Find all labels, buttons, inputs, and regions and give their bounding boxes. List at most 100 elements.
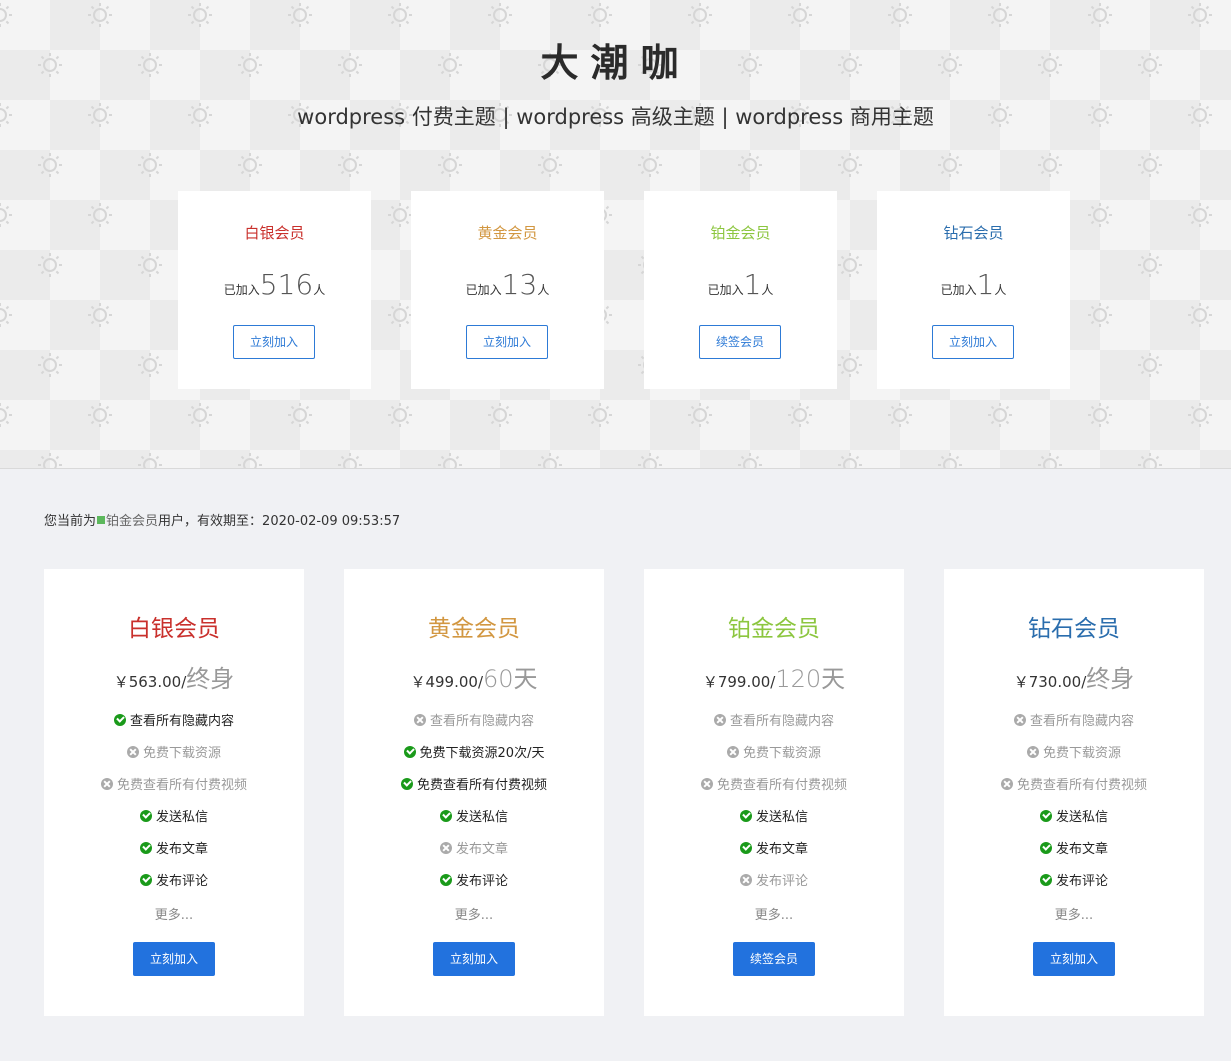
sun-decoration-icon (0, 203, 12, 227)
feature-item: 发送私信 (44, 808, 304, 840)
sun-decoration-icon (588, 403, 612, 427)
membership-status: 您当前为 铂金会员用户，有效期至：2020-02-09 09:53:57 (44, 510, 400, 529)
feature-text: 免费查看所有付费视频 (716, 778, 847, 793)
feature-item: 发布评论 (944, 872, 1204, 904)
sun-decoration-icon (1088, 3, 1112, 27)
summary-card-diamond: 钻石会员 已加入1人 立刻加入 (877, 191, 1070, 389)
sun-decoration-icon (0, 3, 12, 27)
renew-membership-button[interactable]: 续签会员 (699, 325, 781, 359)
more-link[interactable]: 更多... (344, 904, 604, 923)
feature-item: 免费下载资源 (44, 744, 304, 776)
feature-text: 发送私信 (755, 810, 808, 825)
feature-text: 发送私信 (455, 810, 508, 825)
x-circle-icon (126, 746, 139, 758)
feature-item: 发布文章 (944, 840, 1204, 872)
plan-title: 铂金会员 (728, 616, 820, 642)
feature-text: 发布文章 (1055, 842, 1108, 857)
sun-decoration-icon (1188, 3, 1212, 27)
check-circle-icon (139, 874, 152, 886)
feature-text: 发布文章 (155, 842, 208, 857)
sun-decoration-icon (388, 3, 412, 27)
sun-decoration-icon (38, 153, 62, 177)
current-level: 铂金会员 (106, 514, 159, 529)
feature-item: 发送私信 (644, 808, 904, 840)
member-count-suffix: 人 (537, 283, 550, 297)
sun-decoration-icon (638, 153, 662, 177)
join-now-button[interactable]: 立刻加入 (433, 942, 515, 976)
check-circle-icon (739, 842, 752, 854)
feature-item: 发布评论 (344, 872, 604, 904)
summary-card-title: 白银会员 (244, 224, 305, 242)
sun-decoration-icon (438, 153, 462, 177)
join-now-button[interactable]: 立刻加入 (1033, 942, 1115, 976)
sun-decoration-icon (0, 303, 12, 327)
member-count: 已加入1人 (877, 268, 1070, 301)
feature-item: 查看所有隐藏内容 (344, 712, 604, 744)
plan-title: 钻石会员 (1028, 616, 1120, 642)
feature-text: 发布评论 (1055, 874, 1108, 889)
price-duration: 120天 (775, 665, 846, 693)
sun-decoration-icon (988, 3, 1012, 27)
feature-text: 发布评论 (455, 874, 508, 889)
feature-item: 免费查看所有付费视频 (944, 776, 1204, 808)
plan-title: 白银会员 (128, 616, 220, 642)
member-count-suffix: 人 (313, 283, 326, 297)
price-amount: ￥499.00/ (410, 673, 483, 691)
renew-membership-button[interactable]: 续签会员 (733, 942, 815, 976)
feature-text: 免费查看所有付费视频 (416, 778, 547, 793)
member-count-number: 516 (259, 268, 314, 301)
x-circle-icon (100, 778, 113, 790)
sun-decoration-icon (138, 453, 162, 468)
more-link[interactable]: 更多... (44, 904, 304, 923)
price-amount: ￥563.00/ (113, 673, 187, 691)
summary-card-title: 钻石会员 (943, 224, 1004, 242)
price-duration: 终身 (1086, 665, 1135, 693)
plan-card-silver: 白银会员 ￥563.00/终身 查看所有隐藏内容 免费下载资源 免费查看所有付费视频 发送… (44, 569, 304, 1016)
summary-card-title: 黄金会员 (477, 224, 538, 242)
sun-decoration-icon (1088, 303, 1112, 327)
plan-price: ￥499.00/60天 (344, 659, 604, 694)
sun-decoration-icon (838, 153, 862, 177)
check-circle-icon (403, 746, 416, 758)
sun-decoration-icon (338, 153, 362, 177)
member-count-number: 1 (743, 268, 762, 301)
sun-decoration-icon (688, 3, 712, 27)
sun-decoration-icon (388, 203, 412, 227)
feature-list: 查看所有隐藏内容 免费下载资源 免费查看所有付费视频 发送私信 发布文章 发布评论 (944, 712, 1204, 904)
feature-item: 发布文章 (344, 840, 604, 872)
member-count-suffix: 人 (761, 283, 774, 297)
member-count-prefix: 已加入 (465, 283, 502, 297)
sun-decoration-icon (638, 453, 662, 468)
sun-decoration-icon (138, 153, 162, 177)
feature-text: 免费查看所有付费视频 (116, 778, 247, 793)
sun-decoration-icon (1138, 453, 1162, 468)
sun-decoration-icon (988, 403, 1012, 427)
sun-decoration-icon (0, 403, 12, 427)
join-now-button[interactable]: 立刻加入 (233, 325, 315, 359)
sun-decoration-icon (38, 453, 62, 468)
feature-text: 发布文章 (455, 842, 508, 857)
sun-decoration-icon (1088, 203, 1112, 227)
sun-decoration-icon (738, 153, 762, 177)
sun-decoration-icon (888, 3, 912, 27)
more-link[interactable]: 更多... (644, 904, 904, 923)
feature-text: 发布评论 (755, 874, 808, 889)
sun-decoration-icon (1188, 203, 1212, 227)
feature-text: 免费下载资源 (742, 746, 821, 761)
price-duration: 终身 (186, 665, 235, 693)
price-amount: ￥730.00/ (1013, 673, 1087, 691)
sun-decoration-icon (588, 3, 612, 27)
join-now-button[interactable]: 立刻加入 (466, 325, 548, 359)
price-amount: ￥799.00/ (702, 673, 776, 691)
sun-decoration-icon (688, 403, 712, 427)
sun-decoration-icon (138, 353, 162, 377)
sun-decoration-icon (888, 403, 912, 427)
price-duration: 60天 (483, 665, 538, 693)
more-link[interactable]: 更多... (944, 904, 1204, 923)
summary-card-title: 铂金会员 (710, 224, 771, 242)
join-now-button[interactable]: 立刻加入 (932, 325, 1014, 359)
feature-item: 免费下载资源20次/天 (344, 744, 604, 776)
check-circle-icon (139, 810, 152, 822)
join-now-button[interactable]: 立刻加入 (133, 942, 215, 976)
feature-text: 免费下载资源 (1042, 746, 1121, 761)
